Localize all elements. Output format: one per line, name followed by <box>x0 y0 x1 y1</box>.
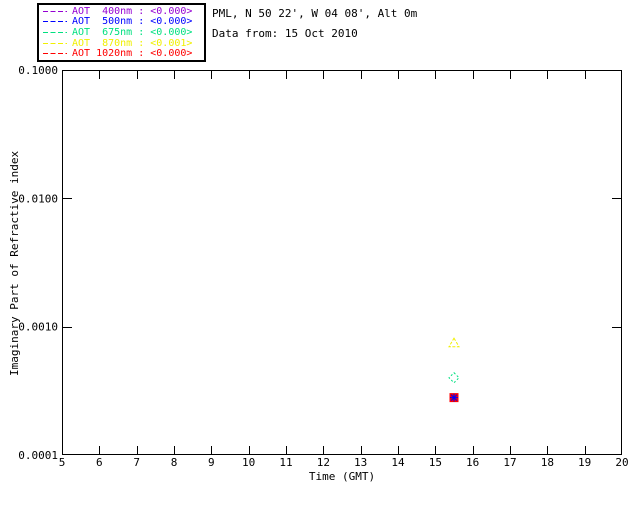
y-axis-title: Imaginary Part of Refractive index <box>8 150 21 376</box>
x-tick-label: 15 <box>429 456 442 469</box>
marker-aot-675nm <box>448 372 460 384</box>
x-tick-label: 7 <box>133 456 140 469</box>
x-axis-title: Time (GMT) <box>308 470 376 483</box>
x-tick-label: 16 <box>466 456 479 469</box>
x-tick-label: 9 <box>208 456 215 469</box>
x-tick-label: 8 <box>171 456 178 469</box>
y-tick-label: 0.0001 <box>18 449 58 462</box>
x-tick-label: 13 <box>354 456 367 469</box>
y-tick-label: 0.1000 <box>18 64 58 77</box>
x-tick-label: 10 <box>242 456 255 469</box>
plot-window: AOT 400nm : <0.000> AOT 500nm : <0.000> AO… <box>0 0 640 512</box>
marker-aot-870nm <box>448 337 460 348</box>
x-tick-label: 11 <box>279 456 292 469</box>
y-tick-label: 0.0100 <box>18 192 58 205</box>
x-tick-label: 6 <box>96 456 103 469</box>
y-tick-label: 0.0010 <box>18 321 58 334</box>
x-tick-label: 5 <box>59 456 66 469</box>
x-tick-label: 18 <box>541 456 554 469</box>
plot-area: 5 6 7 8 9 10 11 12 13 14 15 16 17 18 19 20 0.0001 0.0010 0… <box>18 64 628 469</box>
x-tick-label: 14 <box>391 456 405 469</box>
x-tick-label: 12 <box>317 456 330 469</box>
x-tick-label: 19 <box>578 456 591 469</box>
x-tick-label: 20 <box>615 456 628 469</box>
plot-frame <box>62 70 622 455</box>
x-tick-label: 17 <box>503 456 516 469</box>
